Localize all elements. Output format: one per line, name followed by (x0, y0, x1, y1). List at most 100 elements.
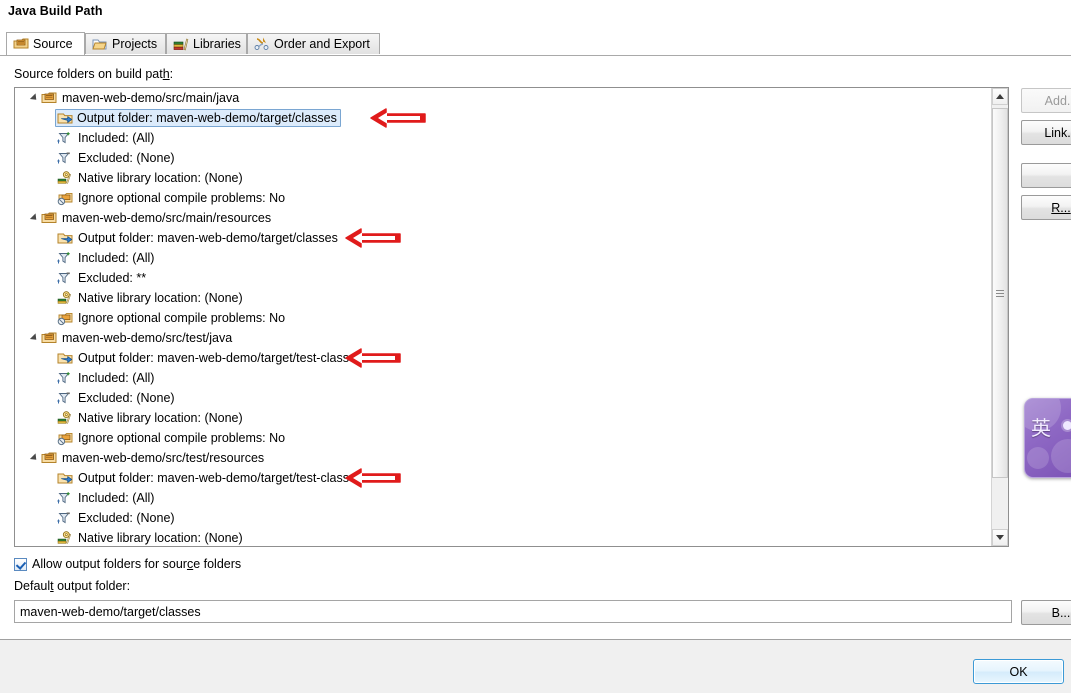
ime-language-indicator[interactable]: 英 (1024, 398, 1071, 478)
tree-row-label: Excluded: (None) (78, 151, 175, 165)
tree-row-attribute[interactable]: Included: (All) (15, 128, 991, 148)
tree-row-source-folder[interactable]: maven-web-demo/src/test/resources (15, 448, 991, 468)
ignore-problems-icon (57, 190, 73, 206)
tree-vertical-scrollbar[interactable] (991, 88, 1008, 546)
browse-output-folder-button[interactable]: B... (1021, 600, 1071, 625)
expand-collapse-icon[interactable] (27, 208, 41, 228)
tree-row-attribute[interactable]: Excluded: (None) (15, 508, 991, 528)
tree-row-label: maven-web-demo/src/main/java (62, 91, 240, 105)
selected-tree-item[interactable]: Output folder: maven-web-demo/target/cla… (55, 109, 341, 127)
tree-row-source-folder[interactable]: maven-web-demo/src/main/java (15, 88, 991, 108)
expand-collapse-icon[interactable] (27, 448, 41, 468)
tree-row-label: Native library location: (None) (78, 171, 243, 185)
tree-row-label: Excluded: (None) (78, 391, 175, 405)
allow-output-folders-label-suffix: e folders (193, 557, 242, 571)
tree-row-attribute[interactable]: Included: (All) (15, 248, 991, 268)
tree-row-label: Included: (All) (78, 251, 155, 265)
package-icon (13, 36, 29, 52)
output-folder-icon (57, 110, 73, 126)
allow-output-folders-checkbox[interactable] (14, 557, 27, 571)
tab-order-and-export[interactable]: Order and Export (247, 33, 380, 54)
tree-row-label: Native library location: (None) (78, 411, 243, 425)
tree-row-attribute[interactable]: Native library location: (None) (15, 168, 991, 188)
default-output-folder-label-suffix: output folder: (53, 579, 131, 593)
ime-bubble-2 (1051, 439, 1071, 473)
source-folders-tree[interactable]: maven-web-demo/src/main/java Output folde… (14, 87, 1009, 547)
add-folder-button-label: Add... (1044, 93, 1071, 108)
excluded-filter-icon (57, 510, 73, 526)
expand-collapse-icon[interactable] (27, 88, 41, 108)
add-folder-button[interactable]: Add... (1021, 88, 1071, 113)
allow-output-folders-label: Allow output folders for source folders (32, 557, 241, 571)
included-filter-icon (57, 130, 73, 146)
tree-row-attribute[interactable]: Ignore optional compile problems: No (15, 308, 991, 328)
tab-projects[interactable]: Projects (85, 33, 166, 54)
tab-source-label: Source (33, 37, 73, 51)
ok-button[interactable]: OK (973, 659, 1064, 684)
tab-order-and-export-label: Order and Export (274, 37, 370, 51)
remove-button[interactable]: R... (1021, 195, 1071, 220)
ignore-problems-icon (57, 310, 73, 326)
tree-row-label: Ignore optional compile problems: No (78, 431, 286, 445)
caret-up-icon (996, 94, 1004, 99)
source-folder-icon (41, 330, 57, 346)
source-folders-label: Source folders on build path: (14, 67, 173, 81)
source-folder-icon (41, 90, 57, 106)
tree-row-attribute[interactable]: Excluded: (None) (15, 148, 991, 168)
source-folder-icon (41, 210, 57, 226)
expand-collapse-icon[interactable] (27, 328, 41, 348)
edit-button[interactable] (1021, 163, 1071, 188)
tree-row-attribute[interactable]: Included: (All) (15, 488, 991, 508)
tree-row-source-folder[interactable]: maven-web-demo/src/main/resources (15, 208, 991, 228)
excluded-filter-icon (57, 390, 73, 406)
tree-row-label: Included: (All) (78, 371, 155, 385)
tree-row-attribute[interactable]: Native library location: (None) (15, 288, 991, 308)
tree-rows-container: maven-web-demo/src/main/java Output folde… (15, 88, 991, 546)
tree-row-attribute[interactable]: Output folder: maven-web-demo/target/tes… (15, 348, 991, 368)
tree-row-label: Native library location: (None) (78, 291, 243, 305)
ime-bubble-3 (1027, 447, 1049, 469)
scroll-up-button[interactable] (992, 88, 1008, 105)
tree-row-attribute[interactable]: Native library location: (None) (15, 528, 991, 546)
tree-row-attribute[interactable]: Output folder: maven-web-demo/target/cla… (15, 108, 991, 128)
books-icon (173, 36, 189, 52)
scroll-down-button[interactable] (992, 529, 1008, 546)
tree-row-label: Included: (All) (78, 491, 155, 505)
tab-libraries[interactable]: Libraries (166, 33, 247, 54)
tree-row-label: maven-web-demo/src/test/resources (62, 451, 265, 465)
tree-row-attribute[interactable]: Output folder: maven-web-demo/target/tes… (15, 468, 991, 488)
tree-row-label: Included: (All) (78, 131, 155, 145)
tree-row-label: Output folder: maven-web-demo/target/cla… (77, 111, 337, 125)
allow-output-folders-row[interactable]: Allow output folders for source folders (14, 557, 241, 571)
source-folders-label-prefix: Source folders on build pat (14, 67, 163, 81)
native-library-icon (57, 290, 73, 306)
order-export-icon (254, 36, 270, 52)
native-library-icon (57, 170, 73, 186)
tree-row-attribute[interactable]: Ignore optional compile problems: No (15, 188, 991, 208)
browse-output-folder-button-label: B... (1051, 605, 1071, 620)
tree-row-label: Output folder: maven-web-demo/target/tes… (78, 471, 363, 485)
scrollbar-thumb[interactable] (992, 108, 1008, 478)
tree-row-label: Excluded: (None) (78, 511, 175, 525)
tab-source[interactable]: Source (6, 32, 85, 55)
native-library-icon (57, 530, 73, 546)
tree-row-source-folder[interactable]: maven-web-demo/src/test/java (15, 328, 991, 348)
page-title: Java Build Path (8, 4, 103, 18)
tree-row-label: Excluded: ** (78, 271, 147, 285)
tree-row-label: maven-web-demo/src/test/java (62, 331, 233, 345)
tree-row-attribute[interactable]: Excluded: (None) (15, 388, 991, 408)
tree-row-attribute[interactable]: Output folder: maven-web-demo/target/cla… (15, 228, 991, 248)
ignore-problems-icon (57, 430, 73, 446)
tree-row-attribute[interactable]: Native library location: (None) (15, 408, 991, 428)
remove-button-label: R... (1051, 200, 1071, 215)
default-output-folder-input[interactable] (14, 600, 1012, 623)
tree-row-label: maven-web-demo/src/main/resources (62, 211, 272, 225)
ime-mode-char: 英 (1031, 416, 1051, 440)
link-source-button[interactable]: Link... (1021, 120, 1071, 145)
included-filter-icon (57, 370, 73, 386)
source-folders-label-mnemonic: h (162, 67, 170, 81)
tree-row-attribute[interactable]: Included: (All) (15, 368, 991, 388)
tree-row-attribute[interactable]: Ignore optional compile problems: No (15, 428, 991, 448)
tree-row-attribute[interactable]: Excluded: ** (15, 268, 991, 288)
tree-row-label: Ignore optional compile problems: No (78, 311, 286, 325)
